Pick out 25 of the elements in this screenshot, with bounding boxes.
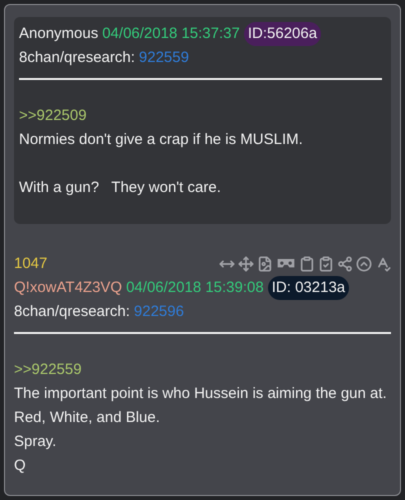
post-text: Red, White, and Blue.: [14, 408, 161, 428]
post-text: The important point is who Hussein is aiming the gun at.: [14, 384, 388, 404]
tripcode: Q!xowAT4Z3VQ: [14, 278, 122, 298]
clipboard-icon[interactable]: [299, 256, 315, 272]
reply-link[interactable]: >>922559: [14, 358, 391, 382]
post-timestamp: 04/06/2018 15:37:37: [102, 24, 240, 44]
poster-id-badge: ID: 03213a: [268, 276, 350, 300]
image-file-icon[interactable]: [257, 256, 273, 272]
post-text: Spray.: [14, 432, 58, 452]
author-name: Anonymous: [19, 24, 98, 44]
post-text: With a gun? They won't care.: [19, 178, 222, 198]
post-timestamp: 04/06/2018 15:39:08: [126, 278, 264, 298]
spellcheck-icon[interactable]: [375, 256, 391, 272]
board-label: 8chan/qresearch:: [14, 302, 130, 322]
post-count: 1047: [14, 254, 48, 274]
move-icon[interactable]: [238, 256, 254, 272]
board-label: 8chan/qresearch:: [19, 48, 135, 68]
post-text: Normies don't give a crap if he is MUSLIM.: [19, 130, 304, 150]
clipboard-check-icon[interactable]: [318, 256, 334, 272]
post-number-link[interactable]: 922559: [138, 46, 189, 70]
up-circle-icon[interactable]: [356, 256, 372, 272]
share-icon[interactable]: [337, 256, 353, 272]
post-text: Q: [14, 456, 27, 476]
poster-id-badge: ID:56206a: [244, 22, 322, 46]
reply-link[interactable]: >>922509: [19, 104, 386, 128]
